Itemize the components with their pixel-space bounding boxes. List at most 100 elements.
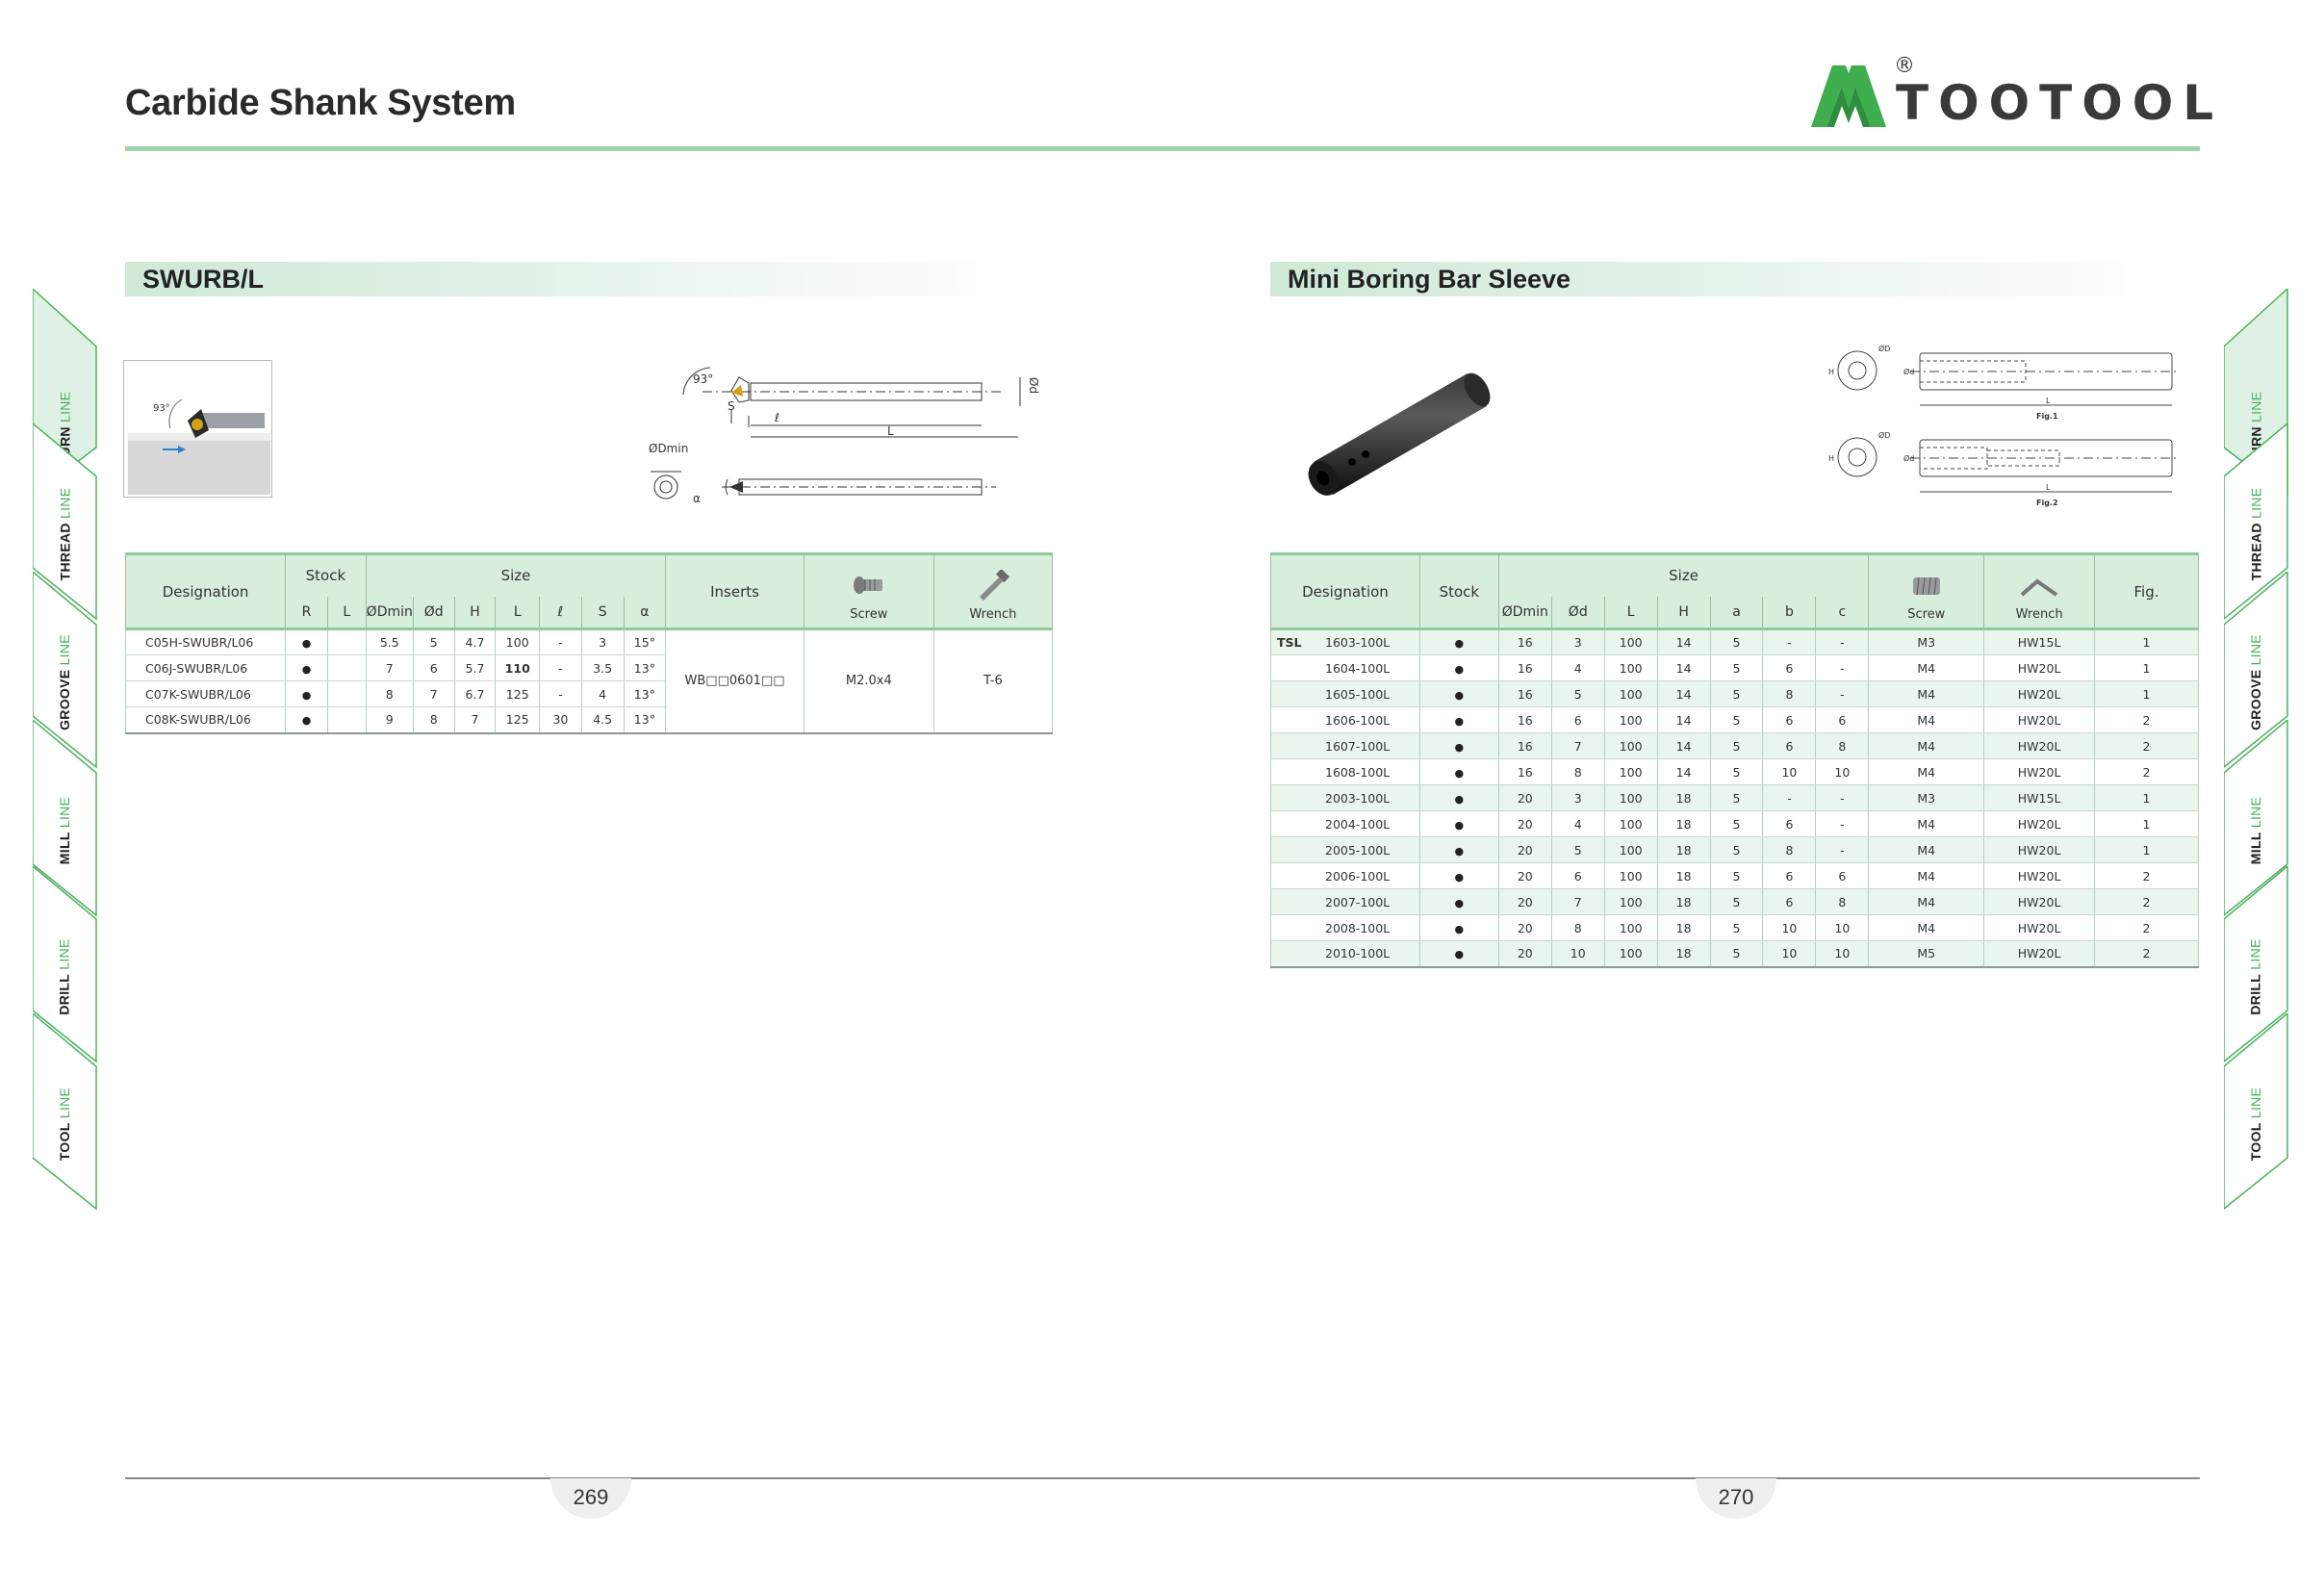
table-cell: 8 [1550,914,1605,941]
table-cell: 100 [1603,784,1658,811]
table-cell: 4.7 [453,628,497,655]
designation-text: 2005-100L [1325,842,1391,858]
drawing-S: S [728,399,735,413]
th-left-sub-1: L [326,596,367,629]
table-cell: 3.5 [580,654,625,681]
designation-cell: 1608-100L [1270,758,1420,785]
tab-sub: LINE [57,391,73,427]
sleeve-H-1: H [1828,368,1834,376]
table-cell: 2 [2094,706,2199,733]
side-tab-tool-left[interactable]: TOOL LINE [33,1013,97,1211]
page-number-left: 269 [550,1478,631,1519]
table-cell: C06J-SWUBR/L06 [124,654,287,681]
table-cell: 100 [1603,706,1658,733]
table-cell: 100 [1603,758,1658,785]
table-cell: 1 [2094,628,2199,655]
th-right-sub-1: Ød [1550,596,1605,629]
table-cell: 5 [1709,784,1764,811]
table-cell: 18 [1656,810,1711,837]
table-cell: 14 [1656,628,1711,655]
table-cell: 7 [1550,732,1605,759]
designation-text: 1607-100L [1325,738,1391,754]
side-tab-tool-right[interactable]: TOOL LINE [2224,1013,2288,1211]
cutting-illustration: 93° [123,360,272,498]
th-right-sub-6: c [1815,596,1870,629]
table-cell [326,706,367,733]
th-r-size: Size [1497,553,1870,597]
table-cell: 16 [1497,706,1552,733]
designation-text: 1606-100L [1325,712,1391,728]
tab-main: MILL [57,832,72,865]
table-cell: 13° [623,654,667,681]
table-cell: 14 [1656,732,1711,759]
header-rule [125,146,2200,151]
table-cell: 2 [2094,862,2199,889]
tab-main: MILL [2248,832,2263,865]
table-cell: 20 [1497,862,1552,889]
tab-sub: LINE [2248,634,2263,670]
table-row: 2008-100L2081001851010M4HW20L2 [1270,914,2199,941]
table-cell: 20 [1497,914,1552,941]
tab-text: DRILL LINE [2248,938,2263,1014]
tab-label: TOOL LINE [2224,1052,2287,1196]
th-right-sub-0: ØDmin [1497,596,1552,629]
table-cell: 3 [580,628,625,655]
table-cell: 18 [1656,784,1711,811]
table-cell: HW15L [1983,784,2096,811]
set-screw-icon [1912,576,1940,596]
th-left-sub-2: ØDmin [365,596,414,629]
tab-text: GROOVE LINE [57,634,72,730]
designation-cell: 1607-100L [1270,732,1420,759]
table-cell: 5.7 [453,654,497,681]
designation-text: 2007-100L [1325,894,1391,909]
designation-cell: TSL 1603-100L [1270,628,1420,655]
table-cell: M4 [1868,810,1985,837]
table-row: 1605-100L1651001458-M4HW20L1 [1270,680,2199,707]
table-cell: M4 [1868,914,1985,941]
sleeve-D-1: ØD [1878,344,1890,353]
wrench-cell: T-6 [932,628,1054,733]
table-cell: - [1815,810,1870,837]
table-cell: 8 [1815,888,1870,915]
tab-sub: LINE [57,1087,73,1123]
table-cell: 125 [495,706,541,733]
table-cell: 8 [365,680,414,707]
designation-text: 2010-100L [1325,946,1391,961]
table-cell: - [539,680,582,707]
tab-sub: LINE [57,634,72,670]
th-wrench: Wrench [932,553,1054,629]
table-cell: 20 [1497,784,1552,811]
th-r-screw: Screw [1868,553,1985,629]
tab-text: MILL LINE [2248,797,2263,864]
table-cell: HW20L [1983,836,2096,863]
table-cell: 16 [1497,654,1552,681]
table-cell: 18 [1656,914,1711,941]
designation-cell: 2010-100L [1270,940,1420,967]
table-cell: 125 [495,680,541,707]
table-cell: 8 [412,706,455,733]
table-cell: 100 [495,628,541,655]
th-right-sub-4: a [1709,596,1764,629]
table-cell: HW20L [1983,758,2096,785]
tab-main: TOOL [57,1122,73,1162]
table-cell: - [1815,784,1870,811]
table-cell: HW20L [1983,706,2096,733]
designation-text: 2008-100L [1325,920,1391,935]
table-cell: 1 [2094,654,2199,681]
stock-cell [1418,914,1499,941]
table-cell: 100 [1603,732,1658,759]
table-cell: HW20L [1983,810,2096,837]
table-cell: 4.5 [580,706,625,733]
tab-text: DRILL LINE [57,938,72,1014]
table-cell: 10 [1815,758,1870,785]
table-cell: 18 [1656,862,1711,889]
table-cell: 6 [1550,862,1605,889]
designation-cell: 2004-100L [1270,810,1420,837]
stock-cell [1418,836,1499,863]
th-wrench-label: Wrench [969,607,1017,622]
drawing-angle: 93° [693,372,713,386]
table-cell [326,628,367,655]
table-cell: 2 [2094,758,2199,785]
table-cell: C05H-SWUBR/L06 [124,628,287,655]
hex-key-icon [2020,578,2058,597]
